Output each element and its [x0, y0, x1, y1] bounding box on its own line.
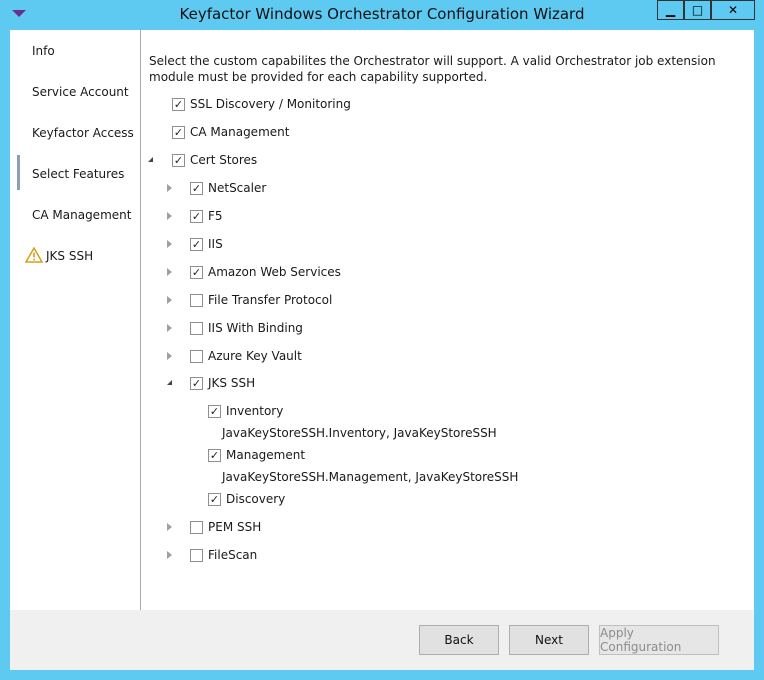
capability-label: Inventory: [226, 404, 284, 418]
checkbox[interactable]: [190, 321, 203, 335]
store-label: Amazon Web Services: [208, 265, 341, 279]
store-iis-with-binding[interactable]: IIS With Binding: [190, 319, 303, 337]
wizard-window: Keyfactor Windows Orchestrator Configura…: [0, 0, 764, 680]
capability-management[interactable]: ✓ Management: [208, 446, 305, 464]
checkbox[interactable]: [190, 293, 203, 307]
checkbox[interactable]: ✓: [190, 265, 203, 279]
checkbox[interactable]: [190, 520, 203, 534]
expand-pem-ssh-icon[interactable]: [167, 523, 172, 531]
store-file-transfer-protocol[interactable]: File Transfer Protocol: [190, 291, 332, 309]
feature-label: SSL Discovery / Monitoring: [190, 97, 351, 111]
window-title: Keyfactor Windows Orchestrator Configura…: [179, 5, 585, 23]
feature-ssl-discovery[interactable]: ✓ SSL Discovery / Monitoring: [172, 95, 351, 113]
store-label: Azure Key Vault: [208, 349, 302, 363]
step-keyfactor-access[interactable]: Keyfactor Access: [32, 126, 134, 140]
expand-f5-icon[interactable]: [167, 212, 172, 220]
checkbox[interactable]: ✓: [190, 181, 203, 195]
step-jks-ssh[interactable]: JKS SSH: [46, 249, 93, 263]
store-label: File Transfer Protocol: [208, 293, 333, 307]
features-panel: Select the custom capabilites the Orches…: [142, 30, 754, 610]
client-area: Info Service Account Keyfactor Access Se…: [10, 30, 754, 670]
capability-assembly: JavaKeyStoreSSH.Management, JavaKeyStore…: [222, 470, 519, 484]
checkbox[interactable]: ✓: [172, 97, 185, 111]
store-amazon-web-services[interactable]: ✓ Amazon Web Services: [190, 263, 341, 281]
step-info[interactable]: Info: [32, 44, 55, 58]
title-bar[interactable]: Keyfactor Windows Orchestrator Configura…: [0, 0, 764, 30]
expand-ftp-icon[interactable]: [167, 296, 172, 304]
features-description: Select the custom capabilites the Orches…: [149, 54, 716, 84]
checkbox[interactable]: ✓: [172, 153, 185, 167]
store-label: NetScaler: [208, 181, 267, 195]
expand-aws-icon[interactable]: [167, 268, 172, 276]
store-f5[interactable]: ✓ F5: [190, 207, 223, 225]
next-button[interactable]: Next: [509, 625, 589, 655]
step-service-account[interactable]: Service Account: [32, 85, 129, 99]
maximize-button[interactable]: □: [684, 0, 711, 20]
apply-configuration-button[interactable]: Apply Configuration: [599, 625, 719, 655]
store-label: IIS With Binding: [208, 321, 303, 335]
store-filescan[interactable]: FileScan: [190, 546, 257, 564]
maximize-icon: □: [691, 3, 704, 17]
wizard-steps-sidebar: Info Service Account Keyfactor Access Se…: [10, 30, 141, 610]
capability-label: Management: [226, 448, 306, 462]
store-netscaler[interactable]: ✓ NetScaler: [190, 179, 266, 197]
selected-step-indicator: [17, 155, 20, 190]
warning-icon: [25, 247, 43, 263]
store-azure-key-vault[interactable]: Azure Key Vault: [190, 347, 302, 365]
expand-filescan-icon[interactable]: [167, 551, 172, 559]
feature-label: Cert Stores: [190, 153, 258, 167]
checkbox[interactable]: ✓: [208, 404, 221, 418]
capability-inventory[interactable]: ✓ Inventory: [208, 402, 283, 420]
feature-cert-stores[interactable]: ✓ Cert Stores: [172, 151, 257, 169]
feature-label: CA Management: [190, 125, 290, 139]
store-label: IIS: [208, 237, 223, 251]
expand-azure-icon[interactable]: [167, 352, 172, 360]
close-icon: ✕: [727, 3, 739, 17]
feature-ca-management[interactable]: ✓ CA Management: [172, 123, 289, 141]
checkbox[interactable]: [190, 548, 203, 562]
step-select-features[interactable]: Select Features: [32, 167, 124, 181]
expand-iis-icon[interactable]: [167, 240, 172, 248]
capability-label: Discovery: [226, 492, 286, 506]
back-button[interactable]: Back: [419, 625, 499, 655]
store-iis[interactable]: ✓ IIS: [190, 235, 223, 253]
minimize-button[interactable]: ▁: [657, 0, 684, 20]
store-pem-ssh[interactable]: PEM SSH: [190, 518, 261, 536]
checkbox[interactable]: ✓: [190, 209, 203, 223]
expand-netscaler-icon[interactable]: [167, 184, 172, 192]
close-button[interactable]: ✕: [711, 0, 755, 20]
capability-discovery[interactable]: ✓ Discovery: [208, 490, 285, 508]
minimize-icon: ▁: [665, 3, 676, 17]
expand-iis-binding-icon[interactable]: [167, 324, 172, 332]
store-jks-ssh[interactable]: ✓ JKS SSH: [190, 374, 255, 392]
store-label: F5: [208, 209, 223, 223]
checkbox[interactable]: ✓: [208, 492, 221, 506]
capability-assembly: JavaKeyStoreSSH.Inventory, JavaKeyStoreS…: [222, 426, 497, 440]
step-ca-management[interactable]: CA Management: [32, 208, 131, 222]
checkbox[interactable]: [190, 349, 203, 363]
checkbox[interactable]: ✓: [190, 237, 203, 251]
expand-cert-stores-icon[interactable]: [148, 157, 153, 162]
checkbox[interactable]: ✓: [190, 376, 203, 390]
store-label: JKS SSH: [208, 376, 256, 390]
checkbox[interactable]: ✓: [208, 448, 221, 462]
expand-jks-ssh-icon[interactable]: [167, 380, 172, 385]
checkbox[interactable]: ✓: [172, 125, 185, 139]
store-label: FileScan: [208, 548, 258, 562]
wizard-footer: Back Next Apply Configuration: [10, 610, 754, 670]
store-label: PEM SSH: [208, 520, 262, 534]
